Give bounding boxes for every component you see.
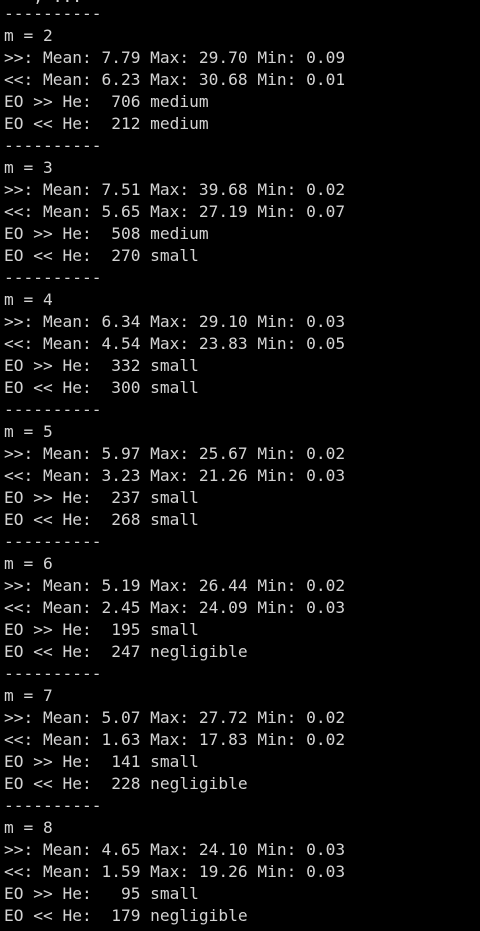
effect-line: EO << He: 268 small — [4, 510, 199, 529]
stats-line: <<: Mean: 1.59 Max: 19.26 Min: 0.03 — [4, 862, 346, 881]
effect-line: EO >> He: 332 small — [4, 356, 199, 375]
stats-line: >>: Mean: 5.19 Max: 26.44 Min: 0.02 — [4, 576, 346, 595]
effect-line: EO << He: 300 small — [4, 378, 199, 397]
stats-line: >>: Mean: 5.07 Max: 27.72 Min: 0.02 — [4, 708, 346, 727]
effect-line: EO << He: 228 negligible — [4, 774, 248, 793]
m-value-line: m = 2 — [4, 26, 53, 45]
stats-line: <<: Mean: 2.45 Max: 24.09 Min: 0.03 — [4, 598, 346, 617]
stats-line: <<: Mean: 3.23 Max: 21.26 Min: 0.03 — [4, 466, 346, 485]
effect-line: EO >> He: 508 medium — [4, 224, 209, 243]
m-value-line: m = 6 — [4, 554, 53, 573]
separator-line: ---------- — [4, 4, 102, 23]
effect-line: EO >> He: 195 small — [4, 620, 199, 639]
stats-line: >>: Mean: 7.51 Max: 39.68 Min: 0.02 — [4, 180, 346, 199]
separator-line: ---------- — [4, 400, 102, 419]
stats-line: >>: Mean: 4.65 Max: 24.10 Min: 0.03 — [4, 840, 346, 859]
separator-line: ---------- — [4, 796, 102, 815]
effect-line: EO >> He: 95 small — [4, 884, 199, 903]
m-value-line: m = 8 — [4, 818, 53, 837]
effect-line: EO >> He: 141 small — [4, 752, 199, 771]
m-value-line: m = 4 — [4, 290, 53, 309]
stats-line: >>: Mean: 5.97 Max: 25.67 Min: 0.02 — [4, 444, 346, 463]
stats-line: >>: Mean: 6.34 Max: 29.10 Min: 0.03 — [4, 312, 346, 331]
effect-line: EO >> He: 237 small — [4, 488, 199, 507]
m-value-line: m = 3 — [4, 158, 53, 177]
stats-line: <<: Mean: 4.54 Max: 23.83 Min: 0.05 — [4, 334, 346, 353]
effect-line: EO << He: 212 medium — [4, 114, 209, 133]
stats-line: >>: Mean: 7.79 Max: 29.70 Min: 0.09 — [4, 48, 346, 67]
effect-line: EO >> He: 706 medium — [4, 92, 209, 111]
separator-line: ---------- — [4, 136, 102, 155]
m-value-line: m = 5 — [4, 422, 53, 441]
stats-line: <<: Mean: 6.23 Max: 30.68 Min: 0.01 — [4, 70, 346, 89]
separator-line: ---------- — [4, 664, 102, 683]
stats-line: <<: Mean: 1.63 Max: 17.83 Min: 0.02 — [4, 730, 346, 749]
terminal-output[interactable]: ---, ... ---------- m = 2 >>: Mean: 7.79… — [0, 0, 480, 931]
effect-line: EO << He: 247 negligible — [4, 642, 248, 661]
stats-line: <<: Mean: 5.65 Max: 27.19 Min: 0.07 — [4, 202, 346, 221]
effect-line: EO << He: 270 small — [4, 246, 199, 265]
effect-line: EO << He: 179 negligible — [4, 906, 248, 925]
m-value-line: m = 7 — [4, 686, 53, 705]
separator-line: ---------- — [4, 532, 102, 551]
separator-line: ---------- — [4, 268, 102, 287]
